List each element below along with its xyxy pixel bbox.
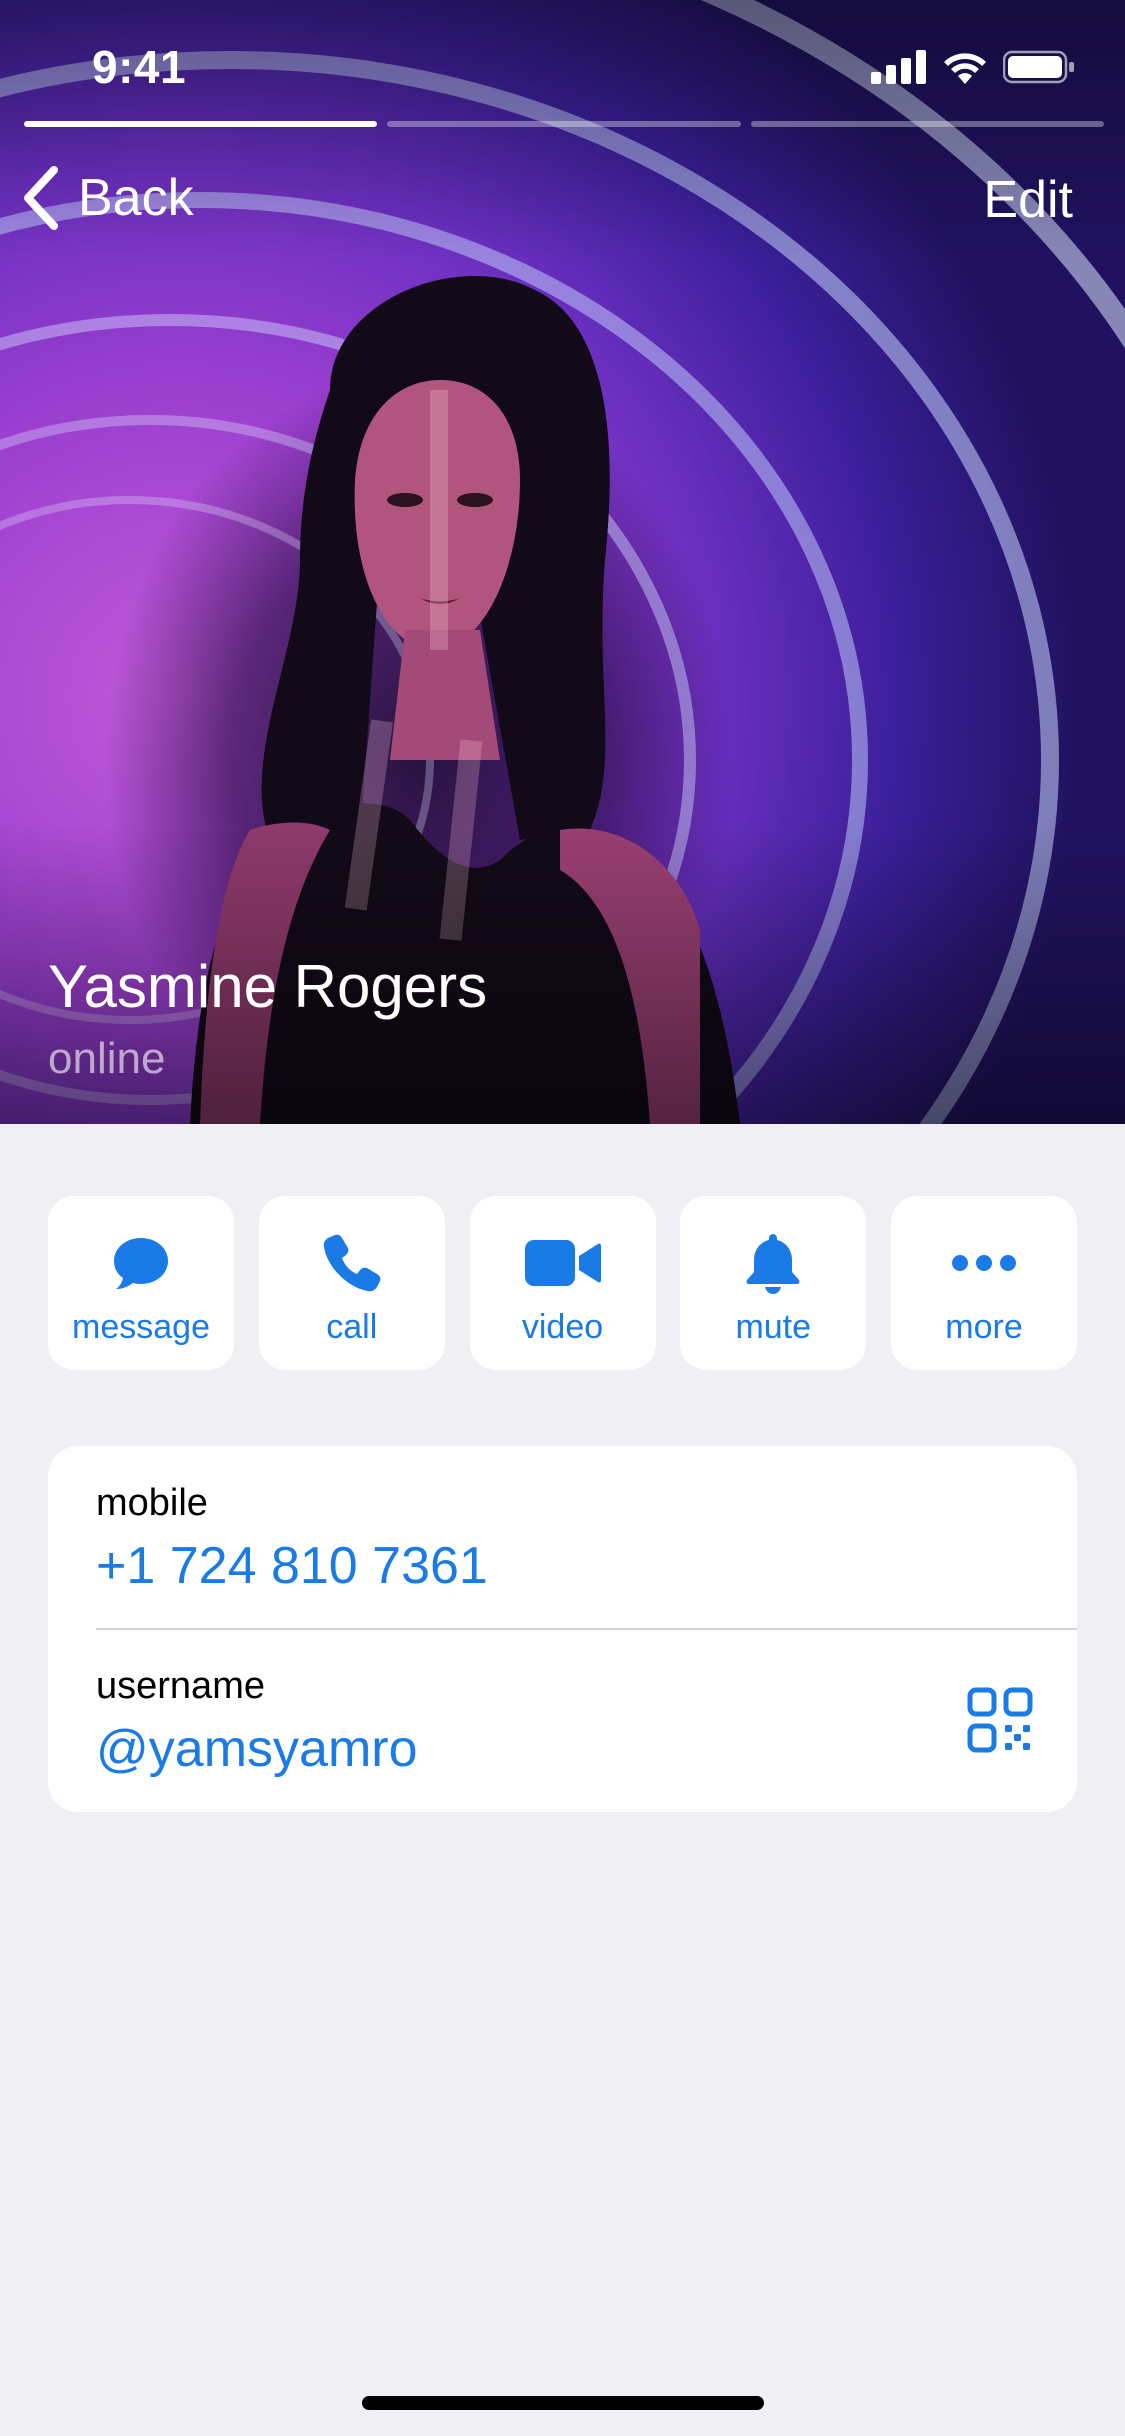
action-buttons: message call video mute more <box>48 1196 1077 1370</box>
call-button[interactable]: call <box>258 1196 445 1370</box>
back-label: Back <box>78 169 194 227</box>
story-progress-segment <box>387 121 741 127</box>
ellipsis-icon <box>952 1255 1016 1271</box>
more-button[interactable]: more <box>891 1196 1077 1370</box>
mobile-label: mobile <box>96 1482 208 1524</box>
message-label: message <box>72 1308 210 1346</box>
phone-icon <box>323 1234 381 1292</box>
status-icons <box>871 50 1075 84</box>
chevron-left-icon <box>24 166 58 230</box>
story-progress-segment <box>24 121 378 127</box>
story-progress-segment <box>750 121 1104 127</box>
battery-icon <box>1003 50 1074 84</box>
profile-status: online <box>48 1034 166 1083</box>
mute-label: mute <box>735 1308 812 1346</box>
story-progress-bar <box>24 121 1104 127</box>
chat-bubble-icon <box>114 1238 168 1289</box>
call-label: call <box>326 1308 378 1346</box>
status-time: 9:41 <box>92 41 187 93</box>
profile-photo[interactable]: 9:41 Back Edit Yasmine Rogers online <box>0 0 1125 1124</box>
video-camera-icon <box>524 1240 601 1286</box>
qr-code-icon[interactable] <box>967 1687 1033 1753</box>
message-button[interactable]: message <box>48 1196 234 1370</box>
mute-button[interactable]: mute <box>680 1196 867 1370</box>
wifi-icon <box>944 53 986 84</box>
more-label: more <box>945 1308 1023 1346</box>
home-indicator[interactable] <box>362 2396 764 2410</box>
back-button[interactable]: Back <box>22 166 194 230</box>
profile-name: Yasmine Rogers <box>48 953 488 1020</box>
bell-icon <box>746 1234 800 1294</box>
username-row[interactable]: username @yamsyamro <box>48 1629 1077 1812</box>
status-bar: 9:41 <box>0 0 1125 120</box>
mobile-row[interactable]: mobile +1 724 810 7361 <box>48 1446 1077 1629</box>
username-value[interactable]: @yamsyamro <box>96 1719 418 1779</box>
video-label: video <box>521 1308 604 1346</box>
contact-info-card: mobile +1 724 810 7361 username @yamsyam… <box>48 1446 1077 1812</box>
username-label: username <box>96 1665 265 1707</box>
mobile-number[interactable]: +1 724 810 7361 <box>96 1536 488 1596</box>
video-button[interactable]: video <box>469 1196 656 1370</box>
edit-button[interactable]: Edit <box>983 170 1073 230</box>
cellular-signal-icon <box>871 50 926 84</box>
